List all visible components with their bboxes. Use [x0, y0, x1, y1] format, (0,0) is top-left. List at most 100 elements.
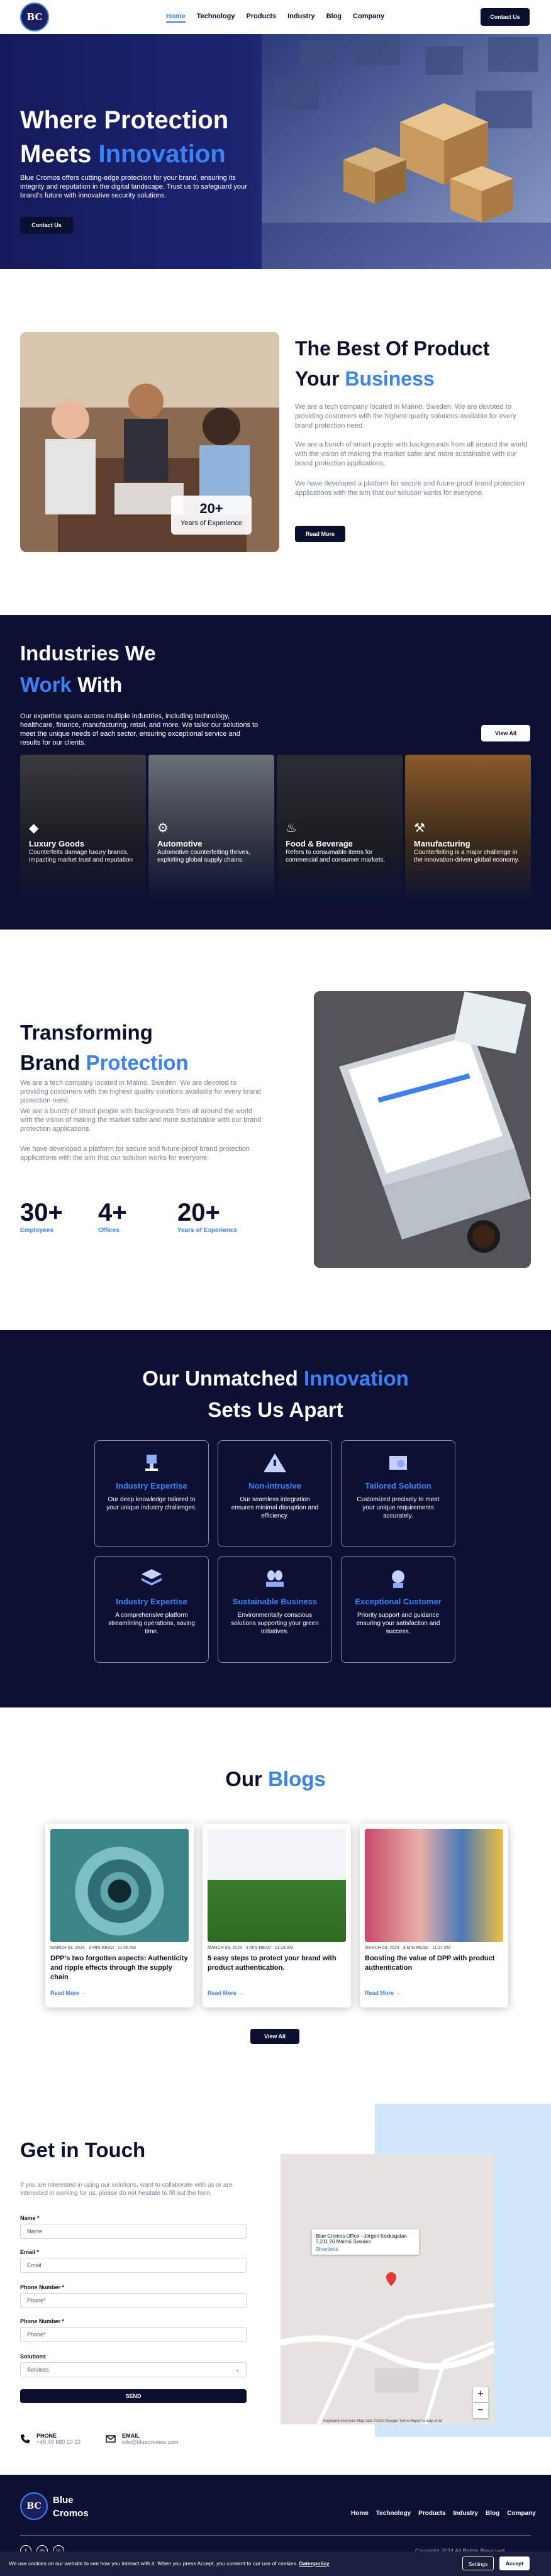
industries-view-all-button[interactable]: View All	[481, 725, 530, 741]
transforming-paragraph-3: We have developed a platform for secure …	[20, 1145, 250, 1162]
unmatched-title: Our Unmatched Innovation Sets Us Apart	[142, 1367, 409, 1421]
hurdles-image	[208, 1829, 346, 1942]
blog-title[interactable]: DPP's two forgotten aspects: Authenticit…	[50, 1954, 189, 1982]
industry-card-title: Luxury Goods	[29, 839, 85, 848]
industry-card-manufacturing[interactable]: ⚒ Manufacturing Counterfeiting is a majo…	[405, 755, 531, 902]
factory-icon: ⚒	[414, 821, 425, 835]
car-icon: ⚙	[157, 821, 169, 835]
cookie-policy-link[interactable]: Datenpolicy	[299, 2560, 329, 2567]
phone-label: Phone Number *	[20, 2284, 65, 2290]
laptop-photo	[314, 991, 531, 1268]
solutions-label: Solutions	[20, 2353, 46, 2360]
stat-employees: 30+ Employees	[20, 1199, 63, 1234]
send-button[interactable]: SEND	[20, 2389, 247, 2403]
footer-company[interactable]: Company	[507, 2510, 536, 2517]
blog-title[interactable]: Boosting the value of DPP with product a…	[365, 1954, 503, 1973]
email-label: Email *	[20, 2249, 40, 2255]
feature-tile: Exceptional Customer Priority support and…	[341, 1556, 455, 1663]
industry-card-title: Manufacturing	[414, 839, 470, 848]
blog-card[interactable]: MARCH 03, 2024 3 MIN READ 11:17 AM Boostin…	[360, 1824, 508, 2007]
mail-icon	[106, 2435, 116, 2443]
map-zoom-in[interactable]: +	[473, 2387, 488, 2402]
map-directions-link[interactable]: Directions	[316, 2246, 415, 2252]
industry-card-text: Automotive counterfeiting thrives, explo…	[157, 849, 250, 863]
footer-brand: Blue Cromos	[53, 2495, 89, 2519]
brand-logo[interactable]: BC	[20, 3, 49, 31]
map-footer: Keyboard shortcuts Map data ©2024 Google…	[323, 2419, 443, 2423]
industry-card-food[interactable]: ♨ Food & Beverage Refers to consumable i…	[277, 755, 403, 902]
blog-meta: MARCH 03, 2024 3 MIN READ 11:46 AM	[50, 1946, 136, 1950]
nav-blog[interactable]: Blog	[326, 13, 342, 23]
blog-read-more[interactable]: Read More →	[50, 1990, 87, 1996]
read-more-button[interactable]: Read More	[295, 526, 345, 542]
email-info: EMAIL info@bluecromos.com	[106, 2433, 179, 2445]
phone-label-2: Phone Number *	[20, 2318, 65, 2324]
nav-technology[interactable]: Technology	[197, 13, 235, 23]
contact-intro: If you are interested in using our solut…	[20, 2182, 233, 2197]
hero-contact-button[interactable]: Contact Us	[20, 217, 73, 233]
footer-logo[interactable]: BC	[20, 2492, 48, 2520]
footer-industry[interactable]: Industry	[454, 2510, 478, 2517]
blog-read-more[interactable]: Read More →	[208, 1990, 244, 1996]
map-zoom-out[interactable]: −	[473, 2403, 488, 2418]
nav-company[interactable]: Company	[353, 13, 384, 23]
shopping-image	[365, 1829, 503, 1942]
blog-card[interactable]: MARCH 03, 2024 3 MIN READ 11:46 AM DPP's t…	[45, 1824, 194, 2007]
feature-tile: Non-intrusive Our seamless integration en…	[218, 1440, 332, 1547]
phone-input[interactable]: Phone*	[20, 2293, 247, 2308]
industry-card-luxury[interactable]: ◆ Luxury Goods Counterfeits damage luxur…	[20, 755, 146, 902]
diamond-icon: ◆	[29, 821, 39, 835]
footer-home[interactable]: Home	[351, 2510, 369, 2517]
feature-tile: Sustainable Business Environmentally cons…	[218, 1556, 332, 1663]
chevron-down-icon: ⌄	[235, 2366, 240, 2372]
meeting-photo: 20+ Years of Experience	[20, 332, 279, 552]
footer-blog[interactable]: Blog	[486, 2510, 499, 2517]
blog-title[interactable]: 5 easy steps to protect your brand with …	[208, 1954, 346, 1973]
solutions-select[interactable]: Services ⌄	[20, 2362, 247, 2377]
nav-industry[interactable]: Industry	[287, 13, 314, 23]
blog-meta: MARCH 03, 2024 3 MIN READ 11:18 AM	[208, 1946, 293, 1950]
blog-card[interactable]: MARCH 03, 2024 3 MIN READ 11:18 AM 5 easy …	[203, 1824, 351, 2007]
name-input[interactable]: Name	[20, 2224, 247, 2239]
blogs-view-all-button[interactable]: View All	[250, 2029, 299, 2044]
footer-technology[interactable]: Technology	[376, 2510, 411, 2517]
map-info-box: Blue Cromos Office - Jörgen Kocksgatan 7…	[312, 2229, 419, 2255]
transforming-paragraph-1: We are a tech company located in Malmö, …	[20, 1079, 261, 1104]
blog-read-more[interactable]: Read More →	[365, 1990, 401, 1996]
footer-products[interactable]: Products	[418, 2510, 445, 2517]
industry-card-title: Automotive	[157, 839, 203, 848]
phone-icon	[21, 2434, 30, 2443]
stat-years: 20+ Years of Experience	[177, 1199, 238, 1234]
experience-badge: 20+ Years of Experience	[171, 496, 252, 535]
phone-info: PHONE +46 40 680 20 22	[21, 2433, 81, 2445]
industry-card-text: Counterfeits damage luxury brands, impac…	[29, 849, 133, 863]
contact-title: Get in Touch	[20, 2138, 146, 2162]
bottle-icon: ♨	[286, 821, 297, 835]
nav-home[interactable]: Home	[166, 13, 186, 23]
best-title: The Best Of Product Your Business	[295, 337, 490, 390]
feature-tile: Industry Expertise A comprehensive platfo…	[94, 1556, 209, 1663]
office-map[interactable]: Blue Cromos Office - Jörgen Kocksgatan 7…	[281, 2154, 494, 2424]
cookie-accept-button[interactable]: Accept	[499, 2557, 530, 2570]
blog-meta: MARCH 03, 2024 3 MIN READ 11:17 AM	[365, 1946, 450, 1950]
industry-card-title: Food & Beverage	[286, 839, 353, 848]
industry-card-text: Refers to consumable items for commercia…	[286, 849, 386, 863]
settings-icon	[389, 1456, 407, 1470]
footer-divider	[20, 2535, 531, 2536]
industries-title: Industries We Work With	[20, 641, 156, 696]
transforming-title: Transforming Brand Protection	[20, 1021, 189, 1074]
hero-title: Where Protection Meets Innovation	[20, 106, 229, 168]
name-label: Name *	[20, 2215, 40, 2221]
nav-products[interactable]: Products	[246, 13, 276, 23]
phone-input-2[interactable]: Phone*	[20, 2327, 247, 2342]
cookie-text: We use cookies on our website to see how…	[9, 2560, 330, 2567]
feature-tile: Industry Expertise Our deep knowledge tai…	[94, 1440, 209, 1547]
industry-card-automotive[interactable]: ⚙ Automotive Automotive counterfeiting t…	[148, 755, 274, 902]
email-input[interactable]: Email	[20, 2258, 247, 2273]
contact-us-button[interactable]: Contact Us	[481, 8, 530, 26]
cookie-settings-button[interactable]: Settings	[462, 2557, 494, 2570]
footer-links: Home Technology Products Industry Blog C…	[351, 2510, 536, 2517]
hero-section: Where Protection Meets Innovation Blue C…	[0, 34, 551, 269]
industries-section: Industries We Work With Our expertise sp…	[0, 615, 551, 930]
best-paragraph-1: We are a tech company located in Malmö, …	[295, 403, 516, 430]
